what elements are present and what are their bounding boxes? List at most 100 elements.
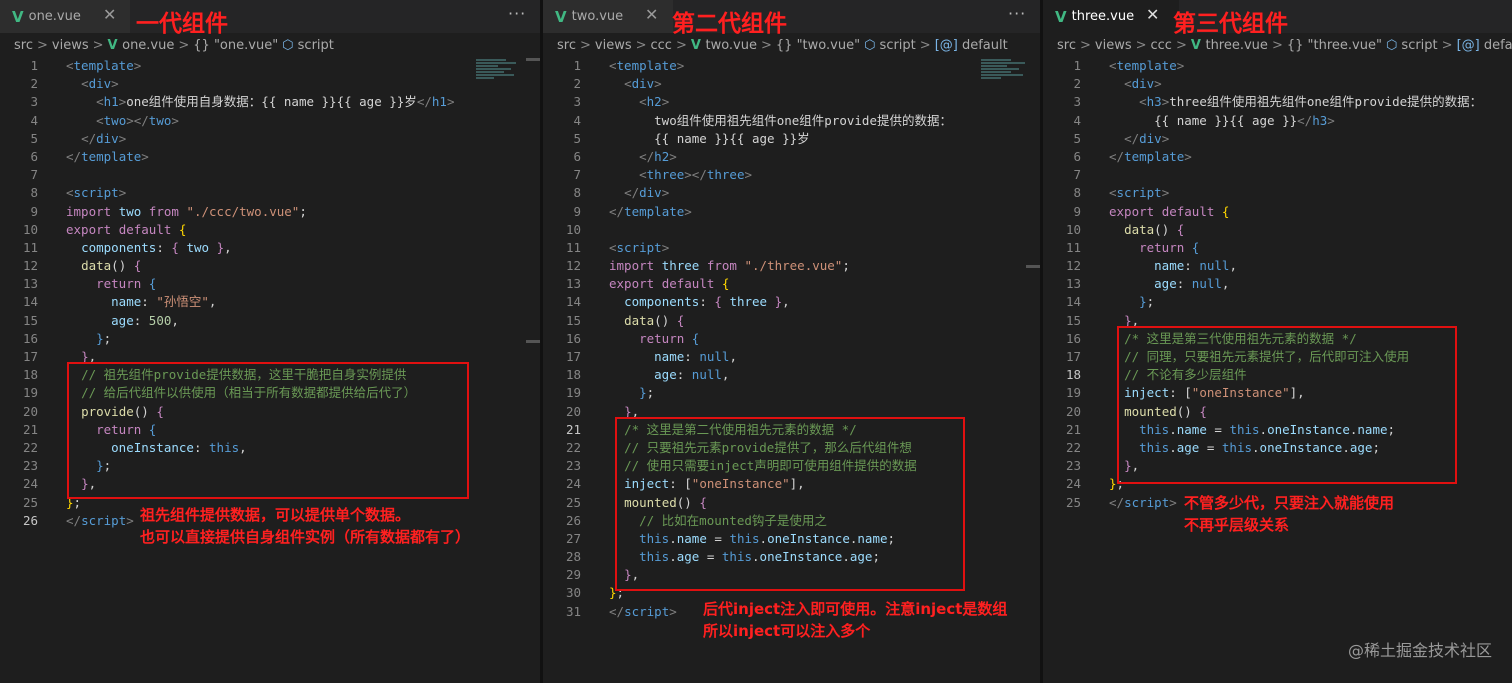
code-line[interactable]: 7 bbox=[1043, 166, 1512, 184]
breadcrumb-item[interactable]: ccc bbox=[651, 38, 672, 53]
code-line[interactable]: 9 </template> bbox=[543, 203, 1040, 221]
breadcrumb-item[interactable]: default bbox=[1484, 38, 1512, 53]
code-line[interactable]: 13 age: null, bbox=[1043, 275, 1512, 293]
line-number: 12 bbox=[1065, 258, 1081, 274]
line-number: 16 bbox=[565, 330, 581, 346]
code-line[interactable]: 14 components: { three }, bbox=[543, 293, 1040, 311]
breadcrumb-item[interactable]: views bbox=[1095, 38, 1132, 53]
code-line[interactable]: 9 export default { bbox=[1043, 203, 1512, 221]
breadcrumb-item[interactable]: default bbox=[962, 38, 1008, 53]
breadcrumb-item[interactable]: two.vue bbox=[705, 38, 757, 53]
line-number: 9 bbox=[1073, 203, 1081, 219]
code-line[interactable]: 15 age: 500, bbox=[0, 312, 540, 330]
code-line[interactable]: 16 }; bbox=[0, 330, 540, 348]
code-line[interactable]: 11 return { bbox=[1043, 239, 1512, 257]
minimap[interactable] bbox=[476, 58, 526, 98]
breadcrumb-item[interactable]: ccc bbox=[1151, 38, 1172, 53]
chevron-right-icon: > bbox=[1135, 38, 1147, 53]
breadcrumb-item[interactable]: src bbox=[557, 38, 576, 53]
code-line[interactable]: 7 bbox=[0, 166, 540, 184]
code-line[interactable]: 19 }; bbox=[543, 384, 1040, 402]
code-line[interactable]: 6 </template> bbox=[1043, 148, 1512, 166]
line-number: 11 bbox=[565, 239, 581, 255]
breadcrumb-item[interactable]: {} "two.vue" bbox=[776, 38, 860, 53]
code-line[interactable]: 5 </div> bbox=[0, 130, 540, 148]
code-line[interactable]: 11 <script> bbox=[543, 239, 1040, 257]
code-line[interactable]: 7 <three></three> bbox=[543, 166, 1040, 184]
breadcrumb-item[interactable]: src bbox=[1057, 38, 1076, 53]
breadcrumb-item[interactable]: views bbox=[595, 38, 632, 53]
code-text: </h2> bbox=[639, 148, 677, 164]
code-text: </div> bbox=[1124, 130, 1170, 146]
code-line[interactable]: 4 two组件使用祖先组件one组件provide提供的数据： bbox=[543, 112, 1040, 130]
breadcrumb-item[interactable]: script bbox=[1401, 38, 1437, 53]
breadcrumb-item[interactable]: views bbox=[52, 38, 89, 53]
code-line[interactable]: 10 data() { bbox=[1043, 221, 1512, 239]
breadcrumb-item[interactable]: {} "one.vue" bbox=[193, 38, 278, 53]
code-line[interactable]: 6 </template> bbox=[0, 148, 540, 166]
code-line[interactable]: 3 <h3>three组件使用祖先组件one组件provide提供的数据： bbox=[1043, 93, 1512, 111]
code-text: <template> bbox=[1109, 58, 1185, 73]
code-line[interactable]: 16 return { bbox=[543, 330, 1040, 348]
more-actions-icon[interactable]: ··· bbox=[508, 4, 526, 23]
code-line[interactable]: 13 export default { bbox=[543, 275, 1040, 293]
breadcrumb-item[interactable]: script bbox=[298, 38, 334, 53]
close-icon[interactable]: ✕ bbox=[645, 5, 658, 24]
line-number: 5 bbox=[573, 130, 581, 146]
code-line[interactable]: 8 </div> bbox=[543, 184, 1040, 202]
code-line[interactable]: 14 }; bbox=[1043, 293, 1512, 311]
breadcrumb-item[interactable]: three.vue bbox=[1205, 38, 1267, 53]
code-line[interactable]: 12 data() { bbox=[0, 257, 540, 275]
minimap[interactable] bbox=[981, 58, 1031, 98]
code-line[interactable]: 2 <div> bbox=[1043, 75, 1512, 93]
code-text: </div> bbox=[81, 130, 127, 146]
code-line[interactable]: 4 <two></two> bbox=[0, 112, 540, 130]
scrollbar-thumb[interactable] bbox=[526, 340, 540, 343]
code-line[interactable]: 10 export default { bbox=[0, 221, 540, 239]
code-line[interactable]: 2 <div> bbox=[543, 75, 1040, 93]
line-number: 1 bbox=[1073, 58, 1081, 73]
code-line[interactable]: 9 import two from "./ccc/two.vue"; bbox=[0, 203, 540, 221]
code-text: }; bbox=[96, 330, 112, 346]
line-number: 8 bbox=[1073, 185, 1081, 201]
code-line[interactable]: 10 bbox=[543, 221, 1040, 239]
code-line[interactable]: 18 age: null, bbox=[543, 366, 1040, 384]
line-number: 9 bbox=[30, 203, 38, 219]
close-icon[interactable]: ✕ bbox=[103, 5, 116, 24]
code-line[interactable]: 11 components: { two }, bbox=[0, 239, 540, 257]
breadcrumb-item[interactable]: one.vue bbox=[122, 38, 174, 53]
chevron-right-icon: > bbox=[178, 38, 190, 53]
line-number: 26 bbox=[22, 512, 38, 528]
code-line[interactable]: 1 <template> bbox=[543, 57, 1040, 75]
code-line[interactable]: 5 </div> bbox=[1043, 130, 1512, 148]
line-number: 22 bbox=[565, 439, 581, 455]
scrollbar[interactable] bbox=[526, 58, 540, 61]
code-text: <script> bbox=[66, 185, 127, 201]
code-line[interactable]: 13 return { bbox=[0, 275, 540, 293]
code-line[interactable]: 3 <h1>one组件使用自身数据：{{ name }}{{ age }}岁</… bbox=[0, 93, 540, 111]
code-line[interactable]: 5 {{ name }}{{ age }}岁 bbox=[543, 130, 1040, 148]
code-line[interactable]: 1 <template> bbox=[1043, 57, 1512, 75]
scrollbar-thumb[interactable] bbox=[1026, 265, 1040, 268]
code-line[interactable]: 3 <h2> bbox=[543, 93, 1040, 111]
breadcrumb-item[interactable]: script bbox=[880, 38, 916, 53]
code-line[interactable]: 8 <script> bbox=[0, 184, 540, 202]
chevron-right-icon: > bbox=[1079, 38, 1091, 53]
code-line[interactable]: 8 <script> bbox=[1043, 184, 1512, 202]
code-line[interactable]: 2 <div> bbox=[0, 75, 540, 93]
code-line[interactable]: 14 name: "孙悟空", bbox=[0, 293, 540, 311]
code-line[interactable]: 12 import three from "./three.vue"; bbox=[543, 257, 1040, 275]
breadcrumb-item[interactable]: {} "three.vue" bbox=[1287, 38, 1382, 53]
close-icon[interactable]: ✕ bbox=[1146, 5, 1159, 24]
code-line[interactable]: 4 {{ name }}{{ age }}</h3> bbox=[1043, 112, 1512, 130]
code-line[interactable]: 12 name: null, bbox=[1043, 257, 1512, 275]
line-number: 24 bbox=[1065, 476, 1081, 492]
code-line[interactable]: 6 </h2> bbox=[543, 148, 1040, 166]
line-number: 3 bbox=[30, 94, 38, 110]
chevron-right-icon: > bbox=[36, 38, 48, 53]
code-line[interactable]: 15 data() { bbox=[543, 312, 1040, 330]
code-line[interactable]: 17 name: null, bbox=[543, 348, 1040, 366]
breadcrumb-item[interactable]: src bbox=[14, 38, 33, 53]
more-actions-icon[interactable]: ··· bbox=[1008, 4, 1026, 23]
code-line[interactable]: 1 <template> bbox=[0, 57, 540, 75]
